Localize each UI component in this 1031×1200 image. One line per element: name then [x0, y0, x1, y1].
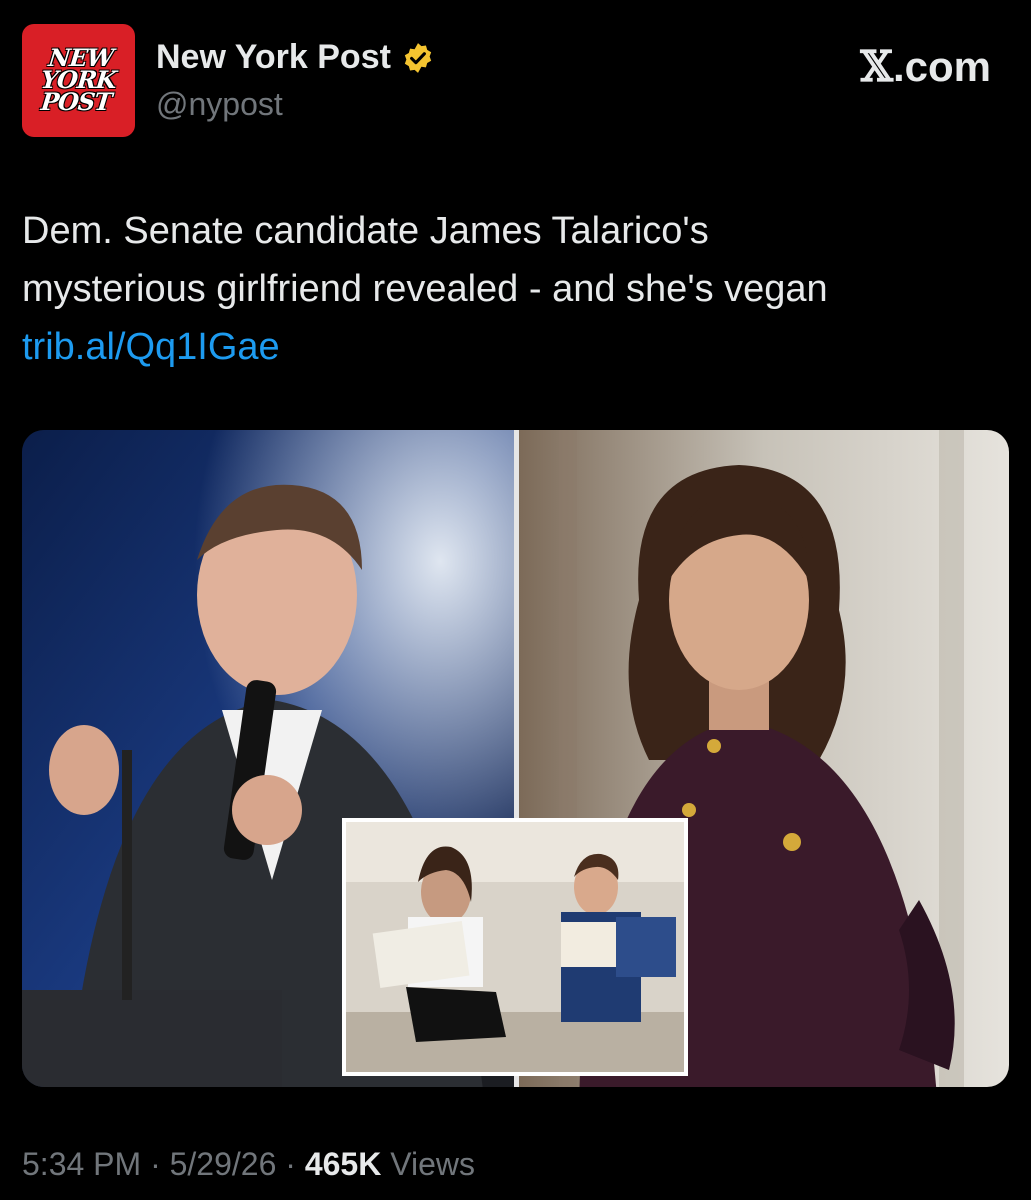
nypost-logo: NEW YORK POST [39, 43, 118, 117]
tweet-media[interactable] [22, 430, 1009, 1087]
inset-photo[interactable] [342, 818, 688, 1076]
tweet-link[interactable]: trib.al/Qq1IGae [22, 318, 1002, 376]
verified-badge-icon [404, 42, 432, 73]
tweet-header: NEW YORK POST New York Post @nypost 𝕏.co… [22, 24, 991, 140]
tweet-meta: 5:34 PM · 5/29/26 · 465K Views [22, 1146, 475, 1183]
views-label: Views [390, 1146, 475, 1182]
watermark-text: .com [892, 43, 991, 90]
views-count[interactable]: 465K [305, 1146, 382, 1182]
separator: · [285, 1146, 296, 1182]
x-logo-icon: 𝕏 [860, 42, 893, 91]
avatar[interactable]: NEW YORK POST [22, 24, 135, 137]
name-row: New York Post [156, 38, 435, 77]
post-time[interactable]: 5:34 PM [22, 1146, 141, 1182]
handle[interactable]: @nypost [156, 86, 283, 123]
tweet-text: Dem. Senate candidate James Talarico's m… [22, 202, 1002, 376]
display-name[interactable]: New York Post [156, 38, 391, 77]
x-com-watermark: 𝕏.com [860, 42, 991, 91]
post-date[interactable]: 5/29/26 [170, 1146, 277, 1182]
tweet-text-line-2: mysterious girlfriend revealed - and she… [22, 268, 828, 310]
tweet-text-line-1: Dem. Senate candidate James Talarico's [22, 210, 709, 252]
separator: · [150, 1146, 161, 1182]
